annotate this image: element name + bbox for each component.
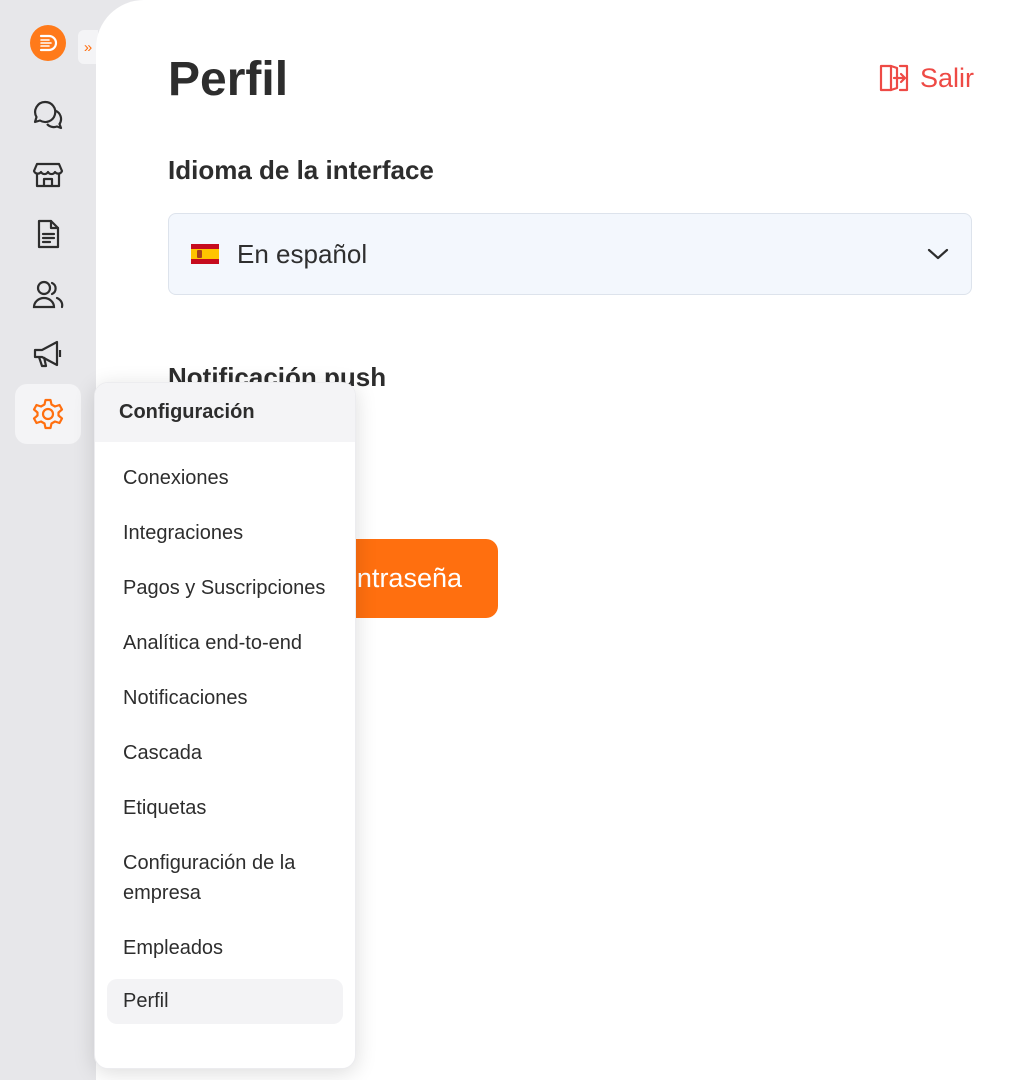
settings-popover-menu: Configuración Conexiones Integraciones P…	[94, 382, 356, 1069]
megaphone-icon	[33, 340, 62, 368]
document-icon	[37, 219, 60, 249]
language-select[interactable]: En español	[168, 213, 972, 295]
menu-item-integrations[interactable]: Integraciones	[107, 506, 343, 561]
menu-item-profile[interactable]: Perfil	[107, 979, 343, 1024]
sidebar: »	[0, 0, 98, 1080]
menu-item-employees[interactable]: Empleados	[107, 921, 343, 976]
settings-menu-list: Conexiones Integraciones Pagos y Suscrip…	[95, 442, 355, 1024]
nav-campaigns[interactable]	[15, 324, 81, 384]
language-selected-value: En español	[237, 238, 368, 269]
popover-title: Configuración	[95, 383, 355, 442]
menu-item-analytics[interactable]: Analítica end-to-end	[107, 616, 343, 671]
menu-item-tags[interactable]: Etiquetas	[107, 781, 343, 836]
chevron-down-icon	[927, 248, 949, 260]
menu-item-payments[interactable]: Pagos y Suscripciones	[107, 561, 343, 616]
double-chevron-right-icon: »	[83, 38, 93, 56]
store-icon	[32, 162, 64, 188]
menu-item-company-settings[interactable]: Configuración de la empresa	[107, 836, 343, 921]
nav-store[interactable]	[15, 144, 81, 204]
gear-icon	[32, 398, 64, 430]
spain-flag-icon	[191, 244, 219, 264]
logout-label: Salir	[919, 62, 974, 93]
app-logo[interactable]	[30, 25, 66, 61]
chat-icon	[33, 100, 63, 130]
users-icon	[32, 280, 64, 309]
nav-documents[interactable]	[15, 204, 81, 264]
logo-mark-icon	[39, 34, 58, 52]
menu-item-cascade[interactable]: Cascada	[107, 726, 343, 781]
logout-icon	[879, 64, 909, 92]
nav-settings[interactable]	[15, 384, 81, 444]
nav-clients[interactable]	[15, 264, 81, 324]
language-section-title: Idioma de la interface	[168, 155, 434, 185]
page-title: Perfil	[168, 53, 289, 106]
nav-chats[interactable]	[15, 84, 81, 144]
menu-item-connections[interactable]: Conexiones	[107, 451, 343, 506]
logout-button[interactable]: Salir	[878, 62, 974, 94]
menu-item-notifications[interactable]: Notificaciones	[107, 671, 343, 726]
expand-sidebar-button[interactable]: »	[78, 30, 98, 64]
